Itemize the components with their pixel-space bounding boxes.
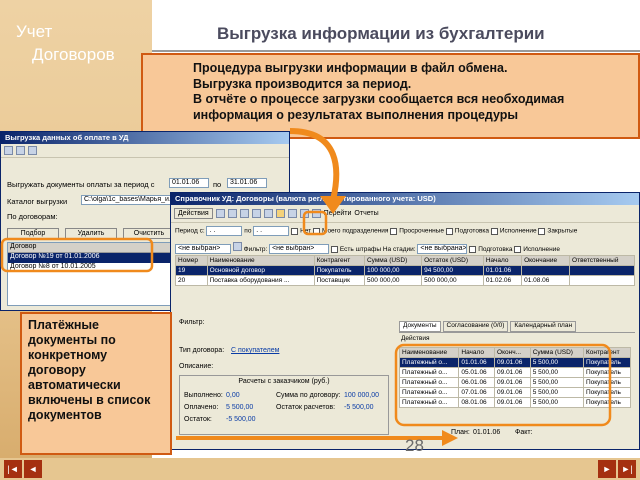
footer-bar: [0, 458, 640, 480]
prev-slide-icon[interactable]: ◄: [24, 460, 42, 478]
page-number: 28: [405, 436, 424, 455]
documents-highlight: [394, 343, 612, 427]
last-slide-icon[interactable]: ►|: [618, 460, 636, 478]
callout-box: Платёжные документы по конкретному догов…: [20, 312, 172, 455]
curved-arrow: [289, 128, 340, 201]
next-slide-icon[interactable]: ►: [598, 460, 616, 478]
export-button-highlight: [302, 210, 328, 236]
first-slide-icon[interactable]: |◄: [4, 460, 22, 478]
contracts-highlight: [0, 237, 154, 273]
bottom-arrow: [176, 436, 442, 440]
bottom-arrow-head: [442, 430, 458, 446]
